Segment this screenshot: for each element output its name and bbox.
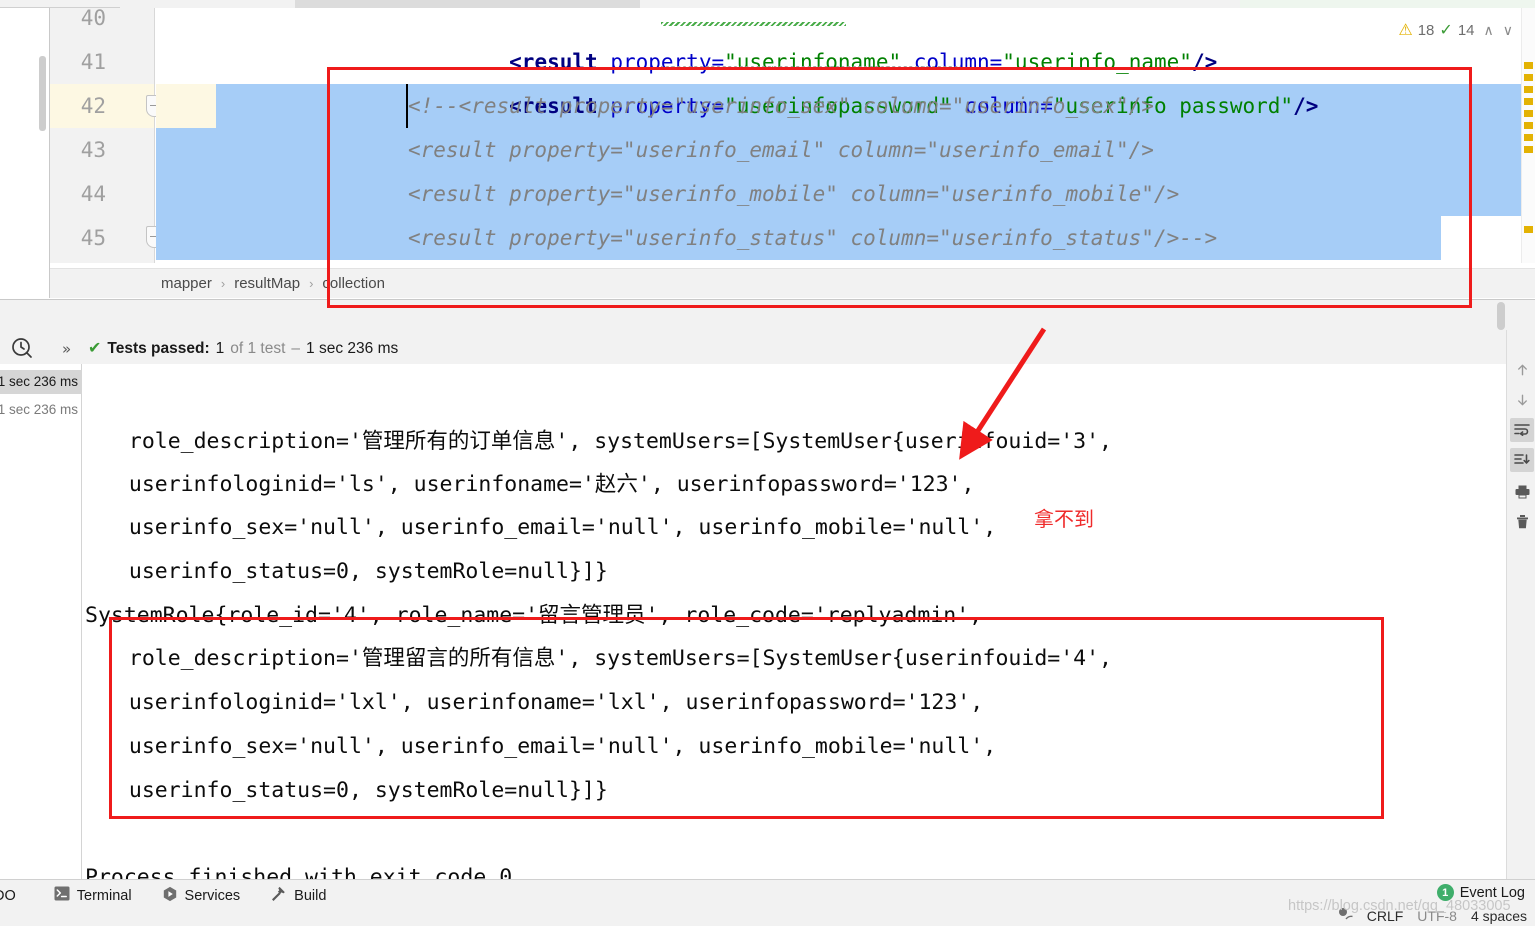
tab-chip-5[interactable] — [1240, 0, 1535, 8]
error-stripe-mark[interactable] — [1524, 146, 1533, 153]
tests-passed-count: 1 — [215, 340, 225, 357]
console-line: userinfo_sex='null', userinfo_email='nul… — [103, 734, 997, 759]
project-pane-scrollbar[interactable] — [39, 56, 46, 131]
expand-toolbar-chevron-icon[interactable]: » — [62, 340, 71, 358]
tool-button-terminal[interactable]: Terminal — [54, 886, 132, 905]
terminal-label: Terminal — [76, 887, 132, 904]
editor-tab-strip[interactable] — [0, 0, 1535, 8]
tab-chip-4[interactable] — [940, 0, 1240, 8]
terminal-icon — [54, 886, 70, 905]
annotation-callout-text: 拿不到 — [1034, 507, 1094, 531]
code-line-42[interactable]: <!--<result property="userinfo_sex" colu… — [408, 84, 1154, 128]
chevron-up-icon[interactable]: ∧ — [1484, 22, 1494, 39]
tab-chip-3[interactable] — [640, 0, 940, 8]
tab-chip-1[interactable] — [120, 0, 295, 8]
ide-window: nl er er.xm er er.xm 40 41 42 43 44 45 — [0, 0, 1535, 926]
scroll-up-icon[interactable] — [1510, 358, 1534, 382]
console-line: Process finished with exit code 0 — [85, 865, 513, 879]
console-line: userinfo_status=0, systemRole=null}]} — [103, 778, 608, 803]
line-number-42: 42 — [80, 94, 106, 118]
breadcrumb-item-resultmap[interactable]: resultMap — [233, 275, 301, 292]
breadcrumb-separator-icon: › — [220, 276, 226, 291]
inspection-squiggle-40 — [661, 22, 846, 26]
test-results-tree[interactable]: 1 sec 236 ms 1 sec 236 ms — [0, 364, 82, 879]
run-tool-window[interactable]: » ✔ Tests passed: 1 of 1 test – 1 sec 23… — [0, 299, 1535, 879]
chevron-down-icon[interactable]: ∨ — [1503, 22, 1513, 39]
tests-passed-time: 1 sec 236 ms — [306, 340, 399, 357]
console-line: userinfologinid='lxl', userinfoname='lxl… — [103, 690, 984, 715]
error-stripe-mark[interactable] — [1524, 122, 1533, 129]
services-icon — [162, 886, 178, 906]
scroll-to-end-icon[interactable] — [1510, 448, 1534, 472]
editor-code-area[interactable]: <result property="userinfoname" column="… — [156, 8, 1535, 263]
soft-wrap-icon[interactable] — [1510, 418, 1534, 442]
test-tree-row[interactable]: 1 sec 236 ms — [0, 398, 82, 422]
breadcrumb-item-collection[interactable]: collection — [321, 275, 386, 292]
build-hammer-icon — [270, 886, 287, 906]
scroll-down-icon[interactable] — [1510, 388, 1534, 412]
ok-count: 14 — [1457, 22, 1475, 39]
error-stripe-mark[interactable] — [1524, 62, 1533, 69]
services-label: Services — [184, 887, 241, 904]
trash-icon[interactable] — [1510, 510, 1534, 534]
error-stripe-mark[interactable] — [1524, 134, 1533, 141]
test-history-clock-icon[interactable] — [10, 336, 34, 360]
error-stripe-mark[interactable] — [1524, 98, 1533, 105]
inspections-widget[interactable]: ⚠ 18 ✓ 14 ∧ ∨ — [1398, 22, 1513, 39]
line-number-44: 44 — [80, 182, 106, 206]
breadcrumb-item-mapper[interactable]: mapper — [160, 275, 213, 292]
project-tool-window[interactable]: nl er er.xm er er.xm — [0, 8, 50, 298]
line-number-41: 41 — [80, 50, 106, 74]
error-stripe-column[interactable] — [1521, 8, 1535, 263]
text-caret — [406, 84, 408, 128]
console-line: userinfo_sex='null', userinfo_email='nul… — [103, 515, 997, 540]
console-line: SystemRole{role_id='4', role_name='留言管理员… — [85, 603, 983, 628]
double-check-icon: ✓ — [1439, 21, 1453, 39]
code-line-43[interactable]: <result property="userinfo_email" column… — [408, 128, 1154, 172]
console-line: role_description='管理留言的所有信息', systemUser… — [103, 646, 1112, 671]
error-stripe-mark[interactable] — [1524, 86, 1533, 93]
console-line: role_description='管理所有的订单信息', systemUser… — [103, 429, 1112, 454]
breadcrumb-separator-icon: › — [309, 276, 314, 291]
watermark-text: https://blog.csdn.net/qq_48033005 — [1288, 898, 1511, 914]
line-number-43: 43 — [80, 138, 106, 162]
inspection-squiggle-41 — [661, 66, 961, 70]
console-line: userinfologinid='ls', userinfoname='赵六',… — [103, 472, 975, 497]
check-icon: ✔ — [88, 340, 102, 357]
tests-passed-label: Tests passed: — [107, 340, 210, 357]
console-output[interactable]: role_description='管理所有的订单信息', systemUser… — [83, 364, 1505, 879]
print-icon[interactable] — [1510, 480, 1534, 504]
code-token: /> — [1293, 94, 1319, 118]
tool-button-todo[interactable]: DO — [0, 888, 16, 904]
warning-triangle-icon: ⚠ — [1398, 21, 1413, 39]
code-line-41[interactable]: <result property="userinfopassword" colu… — [408, 40, 1318, 118]
error-stripe-mark[interactable] — [1524, 226, 1533, 233]
test-status-label: ✔ Tests passed: 1 of 1 test – 1 sec 236 … — [88, 338, 398, 358]
tests-passed-of: of 1 test — [230, 340, 286, 357]
code-line-45[interactable]: <result property="userinfo_status" colum… — [408, 216, 1217, 260]
fold-rail — [154, 8, 155, 263]
tool-button-build[interactable]: Build — [270, 886, 326, 906]
code-line-44[interactable]: <result property="userinfo_mobile" colum… — [408, 172, 1179, 216]
tests-passed-dash: – — [291, 340, 301, 357]
tool-button-services[interactable]: Services — [162, 886, 241, 906]
run-panel-header — [0, 300, 1535, 330]
code-editor[interactable]: 40 41 42 43 44 45 <result property="user… — [50, 8, 1535, 263]
breadcrumb[interactable]: mapper › resultMap › collection — [50, 268, 1535, 298]
error-stripe-mark[interactable] — [1524, 74, 1533, 81]
error-stripe-mark[interactable] — [1524, 110, 1533, 117]
warning-count: 18 — [1417, 22, 1435, 39]
console-side-toolbar[interactable] — [1506, 330, 1535, 879]
tab-chip-active[interactable] — [295, 0, 640, 8]
todo-label: DO — [0, 887, 16, 904]
line-number-45: 45 — [80, 226, 106, 250]
console-vertical-scrollbar[interactable] — [1497, 302, 1505, 330]
editor-gutter[interactable]: 40 41 42 43 44 45 — [50, 8, 164, 263]
line-number-40: 40 — [80, 8, 106, 30]
build-label: Build — [294, 887, 327, 904]
console-line: userinfo_status=0, systemRole=null}]} — [103, 559, 608, 584]
test-tree-row[interactable]: 1 sec 236 ms — [0, 370, 82, 394]
